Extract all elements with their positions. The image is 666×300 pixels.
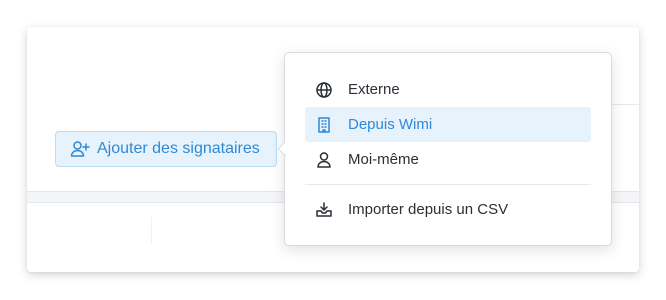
user-icon [314, 150, 334, 170]
add-signers-button[interactable]: Ajouter des signataires [55, 131, 277, 167]
menu-item-externe[interactable]: Externe [305, 72, 591, 107]
menu-item-label: Depuis Wimi [348, 116, 433, 133]
menu-item-label: Importer depuis un CSV [348, 201, 509, 218]
add-signers-dropdown: Externe Depuis Wimi Moi-même Importer de… [284, 52, 612, 246]
menu-item-depuis-wimi[interactable]: Depuis Wimi [305, 107, 591, 142]
menu-item-label: Externe [348, 81, 400, 98]
menu-item-import-csv[interactable]: Importer depuis un CSV [305, 192, 591, 227]
menu-item-moi-meme[interactable]: Moi-même [305, 142, 591, 177]
menu-separator [305, 184, 591, 185]
add-user-icon [70, 139, 90, 159]
dropdown-pointer [277, 142, 289, 156]
globe-icon [314, 80, 334, 100]
building-icon [314, 115, 334, 135]
menu-item-label: Moi-même [348, 151, 419, 168]
card-divider-line [611, 104, 639, 105]
column-divider [151, 217, 152, 243]
import-icon [314, 200, 334, 220]
add-signers-label: Ajouter des signataires [97, 140, 260, 157]
